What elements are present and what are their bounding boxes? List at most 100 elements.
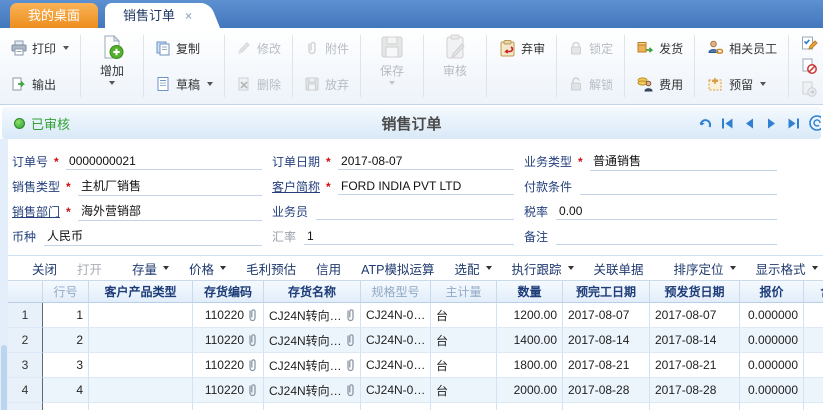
copy-button[interactable]: 复制 [150,32,218,64]
cell-customer-product-type[interactable] [89,303,193,328]
cell-planned-finish-date[interactable]: 2017-08-07 [563,303,650,328]
table-row[interactable]: 11110220CJ24N转向…CJ24N-0…台1200.002017-08-… [8,303,823,328]
cell-row-index[interactable]: 3 [8,353,43,378]
column-header-tax-price[interactable]: 含 [804,281,823,303]
cell-spec-model[interactable] [361,403,431,410]
cell-inventory-code[interactable]: 110220 [193,353,264,378]
record-lookup-icon[interactable] [808,114,821,132]
cell-quantity[interactable]: 1200.00 [497,303,563,328]
payment-terms-field-value[interactable] [580,179,777,195]
cell-row-index[interactable]: 4 [8,378,43,403]
column-header-quantity[interactable]: 数量 [497,281,563,303]
business-type-field-value[interactable]: 普通销售 [590,152,777,171]
cell-inventory-name[interactable]: CJ24N转向… [264,353,361,378]
cell-inventory-code[interactable]: 110220 [193,328,264,353]
gross-profit-action[interactable]: 毛利预估 [236,259,306,278]
close-tab-icon[interactable]: × [185,9,192,23]
cell-customer-product-type[interactable] [89,328,193,353]
cell-inventory-name[interactable] [264,403,361,410]
collapsed-left-panel[interactable] [0,139,8,410]
deliver-button[interactable]: 发货 [631,32,688,64]
cell-planned-finish-date[interactable]: 2017-08-14 [563,328,650,353]
expense-button[interactable]: 费用 [631,68,688,100]
column-header-customer-product-type[interactable]: 客户产品类型 [89,281,193,303]
print-button[interactable]: 打印 [6,32,74,64]
related-staff-button[interactable]: 相关员工 [701,32,782,64]
chevron-down-icon[interactable] [109,81,115,85]
cell-tax-price[interactable]: 0 [804,303,823,328]
cell-row-index[interactable]: 1 [8,303,43,328]
draft-button[interactable]: 草稿 [150,68,218,100]
currency-field-value[interactable]: 人民币 [44,227,262,246]
chevron-down-icon[interactable] [207,82,213,86]
cell-main-unit[interactable]: 台 [431,328,497,353]
cell-planned-ship-date[interactable]: 2017-08-14 [650,328,740,353]
chevron-down-icon[interactable] [760,82,766,86]
cell-row-index[interactable]: 5 [8,403,43,410]
cell-inventory-code[interactable]: 110220 [193,378,264,403]
column-header-planned-ship-date[interactable]: 预发货日期 [650,281,740,303]
column-header-main-unit[interactable]: 主计量 [431,281,497,303]
chevron-down-icon[interactable] [163,266,169,270]
order-date-field-value[interactable]: 2017-08-07 [338,154,514,170]
column-header-inventory-name[interactable]: 存货名称 [264,281,361,303]
table-row[interactable]: 44110220CJ24N转向…CJ24N-0…台2000.002017-08-… [8,378,823,403]
output-button[interactable]: 输出 [6,68,74,100]
cell-tax-price[interactable]: 0 [804,378,823,403]
column-header-line-no[interactable]: 行号 [43,281,89,303]
cell-line-no[interactable]: 4 [43,378,89,403]
atp-simulation-action[interactable]: ATP模拟运算 [351,259,444,278]
price-action[interactable]: 价格 [179,259,236,278]
chevron-down-icon[interactable] [389,81,395,85]
cell-planned-ship-date[interactable]: 2017-08-07 [650,303,740,328]
execution-tracking-action[interactable]: 执行跟踪 [502,259,584,278]
cell-spec-model[interactable]: CJ24N-0… [361,378,431,403]
cell-inventory-code[interactable]: 110220 [193,303,264,328]
cell-planned-ship-date[interactable]: 2017-08-28 [650,378,740,403]
cell-tax-price[interactable]: 0 [804,328,823,353]
remarks-field-value[interactable] [556,229,777,245]
sort-position-action[interactable]: 排序定位 [664,259,746,278]
chevron-down-icon[interactable] [812,266,818,270]
cell-inventory-name[interactable]: CJ24N转向… [264,303,361,328]
cell-line-no[interactable]: 3 [43,353,89,378]
order-no-field-value[interactable]: 0000000021 [66,154,262,170]
chevron-down-icon[interactable] [63,46,69,50]
column-header-spec-model[interactable]: 规格型号 [361,281,431,303]
cell-quantity[interactable]: 2000.00 [497,378,563,403]
cell-inventory-name[interactable]: CJ24N转向… [264,328,361,353]
column-header-quote-price[interactable]: 报价 [740,281,804,303]
tax-rate-field-value[interactable]: 0.00 [556,204,777,220]
cell-row-index[interactable]: 2 [8,328,43,353]
table-row[interactable]: 33110220CJ24N转向…CJ24N-0…台1800.002017-08-… [8,353,823,378]
cell-main-unit[interactable] [431,403,497,410]
cell-customer-product-type[interactable] [89,378,193,403]
table-row[interactable]: 5 [8,403,823,410]
cell-spec-model[interactable]: CJ24N-0… [361,353,431,378]
add-button[interactable]: 增加 [87,32,137,87]
cell-quantity[interactable]: 1400.00 [497,328,563,353]
cell-quote-price[interactable]: 0.000000 [740,328,804,353]
salesperson-field-value[interactable] [316,204,514,220]
cell-quote-price[interactable] [740,403,804,410]
cell-main-unit[interactable]: 台 [431,353,497,378]
column-header-planned-finish-date[interactable]: 预完工日期 [563,281,650,303]
next-record-icon[interactable] [764,116,779,131]
cell-planned-finish-date[interactable]: 2017-08-28 [563,378,650,403]
change-button[interactable]: 变更 [795,32,823,54]
tab-sales-order[interactable]: 销售订单× [105,3,202,28]
sales-dept-field-label[interactable]: 销售部门 [12,203,60,220]
cell-quantity[interactable]: 1800.00 [497,353,563,378]
cell-main-unit[interactable]: 台 [431,303,497,328]
close-tab-action[interactable]: 关闭 [22,259,67,278]
cell-planned-ship-date[interactable] [650,403,740,410]
display-format-action[interactable]: 显示格式 [746,259,823,278]
previous-record-icon[interactable] [742,116,757,131]
chevron-down-icon[interactable] [220,266,226,270]
unaudit-button[interactable]: 弃审 [493,32,550,64]
credit-action[interactable]: 信用 [306,259,351,278]
cell-line-no[interactable]: 1 [43,303,89,328]
cell-line-no[interactable]: 2 [43,328,89,353]
reserve-button[interactable]: 预留 [701,68,782,100]
refresh-icon[interactable] [698,116,713,131]
